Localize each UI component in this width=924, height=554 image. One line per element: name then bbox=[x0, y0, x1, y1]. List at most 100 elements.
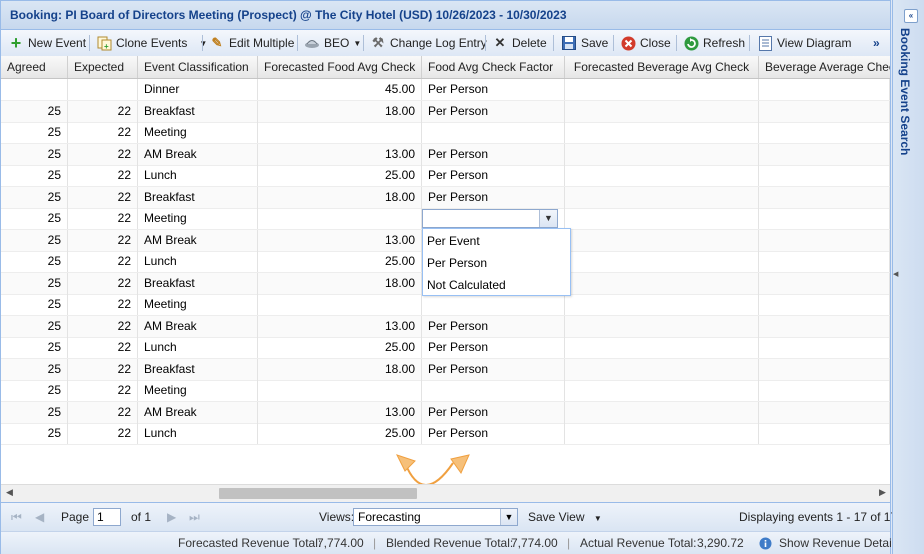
next-page-icon[interactable]: ▶ bbox=[167, 503, 176, 531]
cell-expected[interactable]: 22 bbox=[68, 294, 138, 315]
cell-forecasted-beverage-avg-check[interactable] bbox=[565, 100, 759, 122]
cell-expected[interactable]: 22 bbox=[68, 272, 138, 294]
cell-agreed[interactable]: 25 bbox=[1, 165, 68, 186]
cell-beverage-average-check-factor[interactable] bbox=[759, 143, 890, 165]
cell-forecasted-food-avg-check[interactable]: 18.00 bbox=[258, 358, 422, 380]
cell-agreed[interactable]: 25 bbox=[1, 380, 68, 401]
cell-food-avg-check-factor[interactable]: Per Person bbox=[422, 186, 565, 208]
table-row[interactable]: 25 22 Meeting bbox=[1, 380, 890, 402]
cell-expected[interactable]: 22 bbox=[68, 337, 138, 358]
cell-forecasted-food-avg-check[interactable]: 25.00 bbox=[258, 337, 422, 358]
cell-event-classification[interactable]: Breakfast bbox=[138, 186, 258, 208]
cell-event-classification[interactable]: Meeting bbox=[138, 380, 258, 401]
table-row[interactable]: 25 22 AM Break 13.00 Per Person bbox=[1, 315, 890, 338]
cell-forecasted-beverage-avg-check[interactable] bbox=[565, 380, 759, 401]
edit-multiple-button[interactable]: ✎ Edit Multiple bbox=[209, 30, 295, 56]
cell-food-avg-check-factor[interactable] bbox=[422, 122, 565, 143]
cell-agreed[interactable]: 25 bbox=[1, 358, 68, 380]
last-page-icon[interactable]: ⏭ bbox=[189, 503, 200, 531]
cell-food-avg-check-factor[interactable]: Per Person bbox=[422, 165, 565, 186]
cell-agreed[interactable]: 25 bbox=[1, 294, 68, 315]
close-button[interactable]: Close bbox=[620, 30, 671, 56]
cell-forecasted-food-avg-check[interactable]: 25.00 bbox=[258, 165, 422, 186]
delete-button[interactable]: ✕ Delete bbox=[492, 30, 547, 56]
cell-agreed[interactable]: 25 bbox=[1, 401, 68, 423]
cell-forecasted-food-avg-check[interactable]: 25.00 bbox=[258, 423, 422, 444]
save-button[interactable]: Save bbox=[561, 30, 608, 56]
cell-forecasted-beverage-avg-check[interactable] bbox=[565, 165, 759, 186]
cell-forecasted-food-avg-check[interactable]: 13.00 bbox=[258, 143, 422, 165]
cell-forecasted-beverage-avg-check[interactable] bbox=[565, 251, 759, 272]
column-header-food-avg-check-factor[interactable]: Food Avg Check Factor bbox=[422, 56, 565, 78]
cell-event-classification[interactable]: Lunch bbox=[138, 423, 258, 444]
save-view-button[interactable]: Save View ▼ bbox=[528, 503, 602, 531]
table-row[interactable]: 25 22 AM Break 13.00 Per Person bbox=[1, 143, 890, 166]
cell-expected[interactable]: 22 bbox=[68, 401, 138, 423]
cell-forecasted-food-avg-check[interactable]: 45.00 bbox=[258, 79, 422, 100]
cell-beverage-average-check-factor[interactable] bbox=[759, 208, 890, 229]
table-row[interactable]: 25 22 Breakfast 18.00 Per Person bbox=[1, 186, 890, 209]
chevron-down-icon[interactable]: ▼ bbox=[539, 210, 557, 227]
column-header-forecasted-beverage-avg-check[interactable]: Forecasted Beverage Avg Check bbox=[565, 56, 759, 78]
cell-forecasted-beverage-avg-check[interactable] bbox=[565, 122, 759, 143]
cell-event-classification[interactable]: AM Break bbox=[138, 401, 258, 423]
cell-forecasted-beverage-avg-check[interactable] bbox=[565, 401, 759, 423]
cell-expected[interactable] bbox=[68, 79, 138, 100]
table-row[interactable]: 25 22 Breakfast 18.00 Per Person bbox=[1, 358, 890, 381]
change-log-entry-button[interactable]: ⚒ Change Log Entry bbox=[370, 30, 487, 56]
cell-forecasted-food-avg-check[interactable]: 18.00 bbox=[258, 186, 422, 208]
views-select[interactable]: Forecasting ▼ bbox=[353, 508, 518, 526]
scrollbar-thumb[interactable] bbox=[219, 488, 417, 499]
cell-expected[interactable]: 22 bbox=[68, 251, 138, 272]
cell-beverage-average-check-factor[interactable] bbox=[759, 229, 890, 251]
expand-panel-icon[interactable]: « bbox=[904, 9, 918, 23]
table-row[interactable]: 25 22 Lunch 25.00 Per Person bbox=[1, 423, 890, 445]
dropdown-option-per-event[interactable]: Per Event bbox=[427, 230, 480, 252]
cell-agreed[interactable]: 25 bbox=[1, 122, 68, 143]
cell-expected[interactable]: 22 bbox=[68, 100, 138, 122]
cell-beverage-average-check-factor[interactable] bbox=[759, 337, 890, 358]
cell-agreed[interactable] bbox=[1, 79, 68, 100]
view-diagram-button[interactable]: View Diagram bbox=[757, 30, 851, 56]
horizontal-scrollbar[interactable]: ◀ ▶ bbox=[1, 484, 890, 502]
collapse-grip-icon[interactable]: ◀ bbox=[893, 270, 898, 282]
cell-event-classification[interactable]: Lunch bbox=[138, 337, 258, 358]
cell-forecasted-beverage-avg-check[interactable] bbox=[565, 79, 759, 100]
page-number-input[interactable]: 1 bbox=[93, 508, 121, 526]
cell-forecasted-beverage-avg-check[interactable] bbox=[565, 337, 759, 358]
cell-forecasted-beverage-avg-check[interactable] bbox=[565, 294, 759, 315]
dropdown-option-not-calculated[interactable]: Not Calculated bbox=[427, 274, 506, 296]
cell-food-avg-check-factor[interactable]: Per Person bbox=[422, 401, 565, 423]
cell-expected[interactable]: 22 bbox=[68, 122, 138, 143]
cell-food-avg-check-factor[interactable]: Per Person bbox=[422, 423, 565, 444]
cell-agreed[interactable]: 25 bbox=[1, 337, 68, 358]
cell-event-classification[interactable]: Meeting bbox=[138, 294, 258, 315]
toolbar-overflow-button[interactable]: » bbox=[873, 30, 880, 56]
beo-button[interactable]: BEO ▼ bbox=[304, 30, 361, 56]
scroll-left-icon[interactable]: ◀ bbox=[6, 487, 13, 498]
cell-agreed[interactable]: 25 bbox=[1, 229, 68, 251]
cell-agreed[interactable]: 25 bbox=[1, 186, 68, 208]
dropdown-option-per-person[interactable]: Per Person bbox=[427, 252, 487, 274]
cell-forecasted-beverage-avg-check[interactable] bbox=[565, 315, 759, 337]
cell-forecasted-food-avg-check[interactable] bbox=[258, 122, 422, 143]
cell-expected[interactable]: 22 bbox=[68, 358, 138, 380]
cell-event-classification[interactable]: Meeting bbox=[138, 122, 258, 143]
cell-event-classification[interactable]: AM Break bbox=[138, 229, 258, 251]
cell-agreed[interactable]: 25 bbox=[1, 100, 68, 122]
cell-event-classification[interactable]: Lunch bbox=[138, 165, 258, 186]
cell-forecasted-food-avg-check[interactable] bbox=[258, 208, 422, 229]
new-event-button[interactable]: + New Event bbox=[8, 30, 86, 56]
clone-events-button[interactable]: + Clone Events ▼ bbox=[96, 30, 207, 56]
cell-expected[interactable]: 22 bbox=[68, 143, 138, 165]
cell-beverage-average-check-factor[interactable] bbox=[759, 186, 890, 208]
table-row[interactable]: 25 22 Meeting bbox=[1, 122, 890, 144]
first-page-icon[interactable]: ⏮ bbox=[11, 503, 22, 531]
cell-event-classification[interactable]: Lunch bbox=[138, 251, 258, 272]
table-row[interactable]: Dinner 45.00 Per Person bbox=[1, 79, 890, 101]
cell-beverage-average-check-factor[interactable] bbox=[759, 380, 890, 401]
cell-food-avg-check-factor[interactable]: Per Person bbox=[422, 358, 565, 380]
cell-beverage-average-check-factor[interactable] bbox=[759, 79, 890, 100]
cell-beverage-average-check-factor[interactable] bbox=[759, 100, 890, 122]
cell-beverage-average-check-factor[interactable] bbox=[759, 165, 890, 186]
